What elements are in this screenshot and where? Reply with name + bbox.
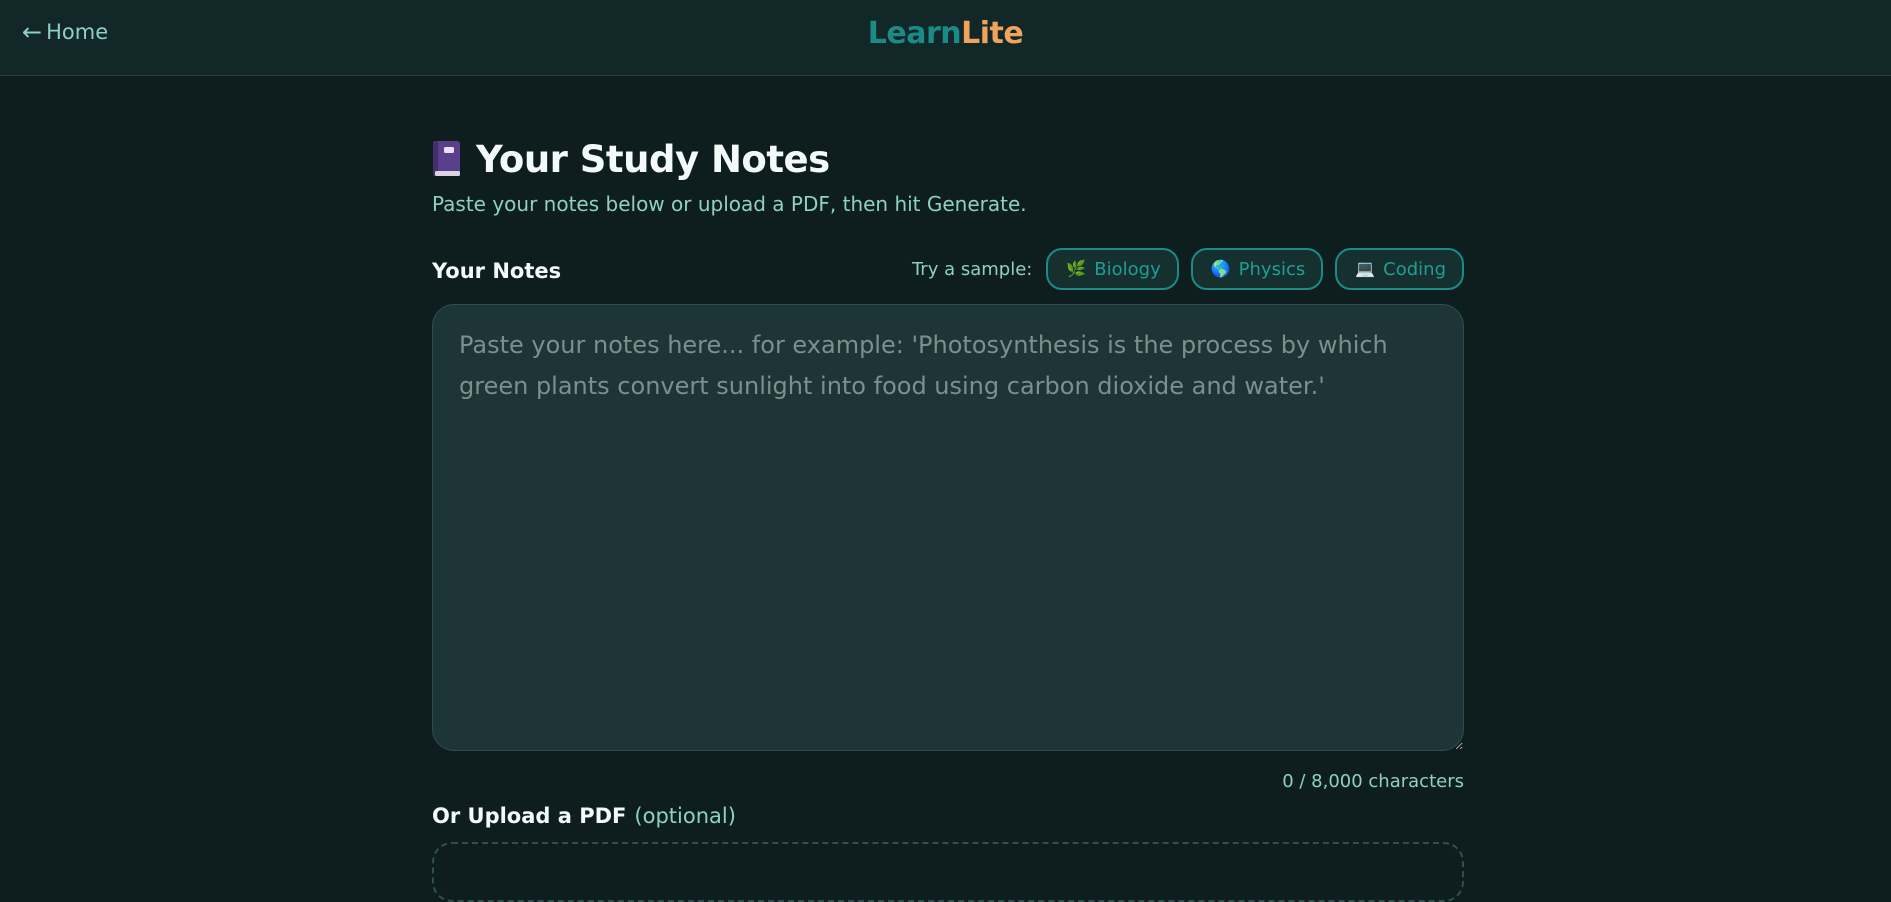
notes-textarea[interactable]: [432, 304, 1464, 751]
upload-optional-label: (optional): [634, 804, 736, 828]
notes-label: Your Notes: [432, 259, 562, 283]
page-subtitle: Paste your notes below or upload a PDF, …: [432, 192, 1027, 216]
logo-lite: Lite: [961, 16, 1024, 51]
book-icon: [432, 140, 462, 178]
sample-coding-button[interactable]: 💻 Coding: [1335, 248, 1464, 290]
sample-physics-button[interactable]: 🌎 Physics: [1190, 248, 1324, 290]
globe-icon: 🌎: [1210, 259, 1231, 278]
upload-pdf-title: Or Upload a PDF: [432, 804, 627, 828]
top-bar: ← Home LearnLite: [0, 0, 1891, 76]
main-content: Your Study Notes Paste your notes below …: [432, 130, 1464, 902]
pdf-dropzone[interactable]: [432, 842, 1464, 902]
app-logo: LearnLite: [0, 16, 1891, 51]
page-title-row: Your Study Notes: [432, 130, 1464, 188]
sample-biology-label: Biology: [1094, 258, 1161, 280]
character-count: 0 / 8,000 characters: [1282, 771, 1464, 792]
upload-pdf-label: Or Upload a PDF (optional): [432, 804, 1464, 828]
sample-chips: Try a sample: 🌿 Biology 🌎 Physics 💻 Codi…: [912, 248, 1464, 290]
laptop-icon: 💻: [1355, 259, 1376, 278]
notes-header: Your Notes Try a sample: 🌿 Biology 🌎 Phy…: [432, 246, 1464, 292]
try-sample-label: Try a sample:: [911, 258, 1033, 280]
sample-coding-label: Coding: [1383, 258, 1446, 280]
leaf-icon: 🌿: [1066, 259, 1087, 278]
sample-physics-label: Physics: [1238, 258, 1306, 280]
logo-learn: Learn: [867, 16, 962, 51]
page-title: Your Study Notes: [476, 137, 830, 181]
sample-biology-button[interactable]: 🌿 Biology: [1046, 248, 1179, 290]
